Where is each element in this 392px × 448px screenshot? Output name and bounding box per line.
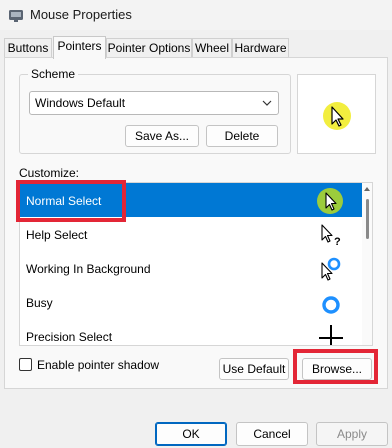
customize-label: Customize: (19, 166, 80, 180)
tab-hardware[interactable]: Hardware (232, 38, 289, 58)
scheme-dropdown-value: Windows Default (35, 96, 126, 110)
chevron-down-icon (262, 100, 272, 106)
browse-button[interactable]: Browse... (302, 358, 372, 380)
list-item-label: Precision Select (26, 330, 113, 344)
scheme-legend: Scheme (28, 67, 79, 81)
pointer-shadow-checkbox[interactable] (19, 358, 32, 371)
normal-select-cursor-icon (317, 188, 343, 214)
list-item-help-select[interactable]: Help Select ? (20, 217, 362, 251)
precision-select-cursor-icon (319, 325, 343, 345)
scroll-thumb[interactable] (366, 199, 369, 239)
list-item-busy[interactable]: Busy (20, 285, 362, 319)
mouse-properties-window: Mouse Properties Buttons Pointers Pointe… (0, 0, 392, 448)
working-background-cursor-icon (321, 257, 341, 281)
svg-text:?: ? (334, 236, 341, 248)
pointers-tab-panel: Scheme Windows Default Save As... Delete… (4, 57, 388, 389)
mouse-icon (9, 10, 23, 22)
cursor-list[interactable]: Normal Select Help Select ? Working In B… (19, 182, 373, 346)
ok-button[interactable]: OK (155, 422, 227, 446)
scheme-dropdown[interactable]: Windows Default (29, 91, 279, 115)
busy-cursor-icon (322, 296, 340, 314)
tab-bar: Buttons Pointers Pointer Options Wheel H… (4, 36, 388, 59)
pointer-preview (297, 74, 376, 154)
normal-select-preview-icon (323, 102, 351, 130)
list-item-label: Working In Background (26, 262, 151, 276)
help-select-cursor-icon: ? (321, 224, 341, 248)
scroll-up-arrow-icon[interactable] (364, 187, 370, 191)
list-item-label: Busy (26, 296, 53, 310)
list-item-label: Help Select (26, 228, 88, 242)
window-title: Mouse Properties (30, 7, 132, 22)
list-item-normal-select[interactable]: Normal Select (20, 183, 362, 217)
pointer-shadow-label[interactable]: Enable pointer shadow (37, 358, 159, 372)
tab-buttons[interactable]: Buttons (4, 38, 52, 58)
list-item-precision-select[interactable]: Precision Select (20, 319, 362, 345)
use-default-button[interactable]: Use Default (219, 358, 289, 380)
delete-button[interactable]: Delete (206, 125, 278, 147)
save-as-button[interactable]: Save As... (125, 125, 199, 147)
tab-pointer-options[interactable]: Pointer Options (106, 38, 192, 58)
scheme-group: Scheme Windows Default Save As... Delete (19, 67, 291, 154)
apply-button[interactable]: Apply (316, 422, 388, 446)
tab-pointers[interactable]: Pointers (53, 36, 106, 59)
title-bar[interactable]: Mouse Properties (0, 0, 392, 30)
list-item-working-in-background[interactable]: Working In Background (20, 251, 362, 285)
cancel-button[interactable]: Cancel (236, 422, 308, 446)
list-item-label: Normal Select (26, 194, 102, 208)
list-scrollbar[interactable] (362, 183, 372, 345)
tab-wheel[interactable]: Wheel (192, 38, 232, 58)
